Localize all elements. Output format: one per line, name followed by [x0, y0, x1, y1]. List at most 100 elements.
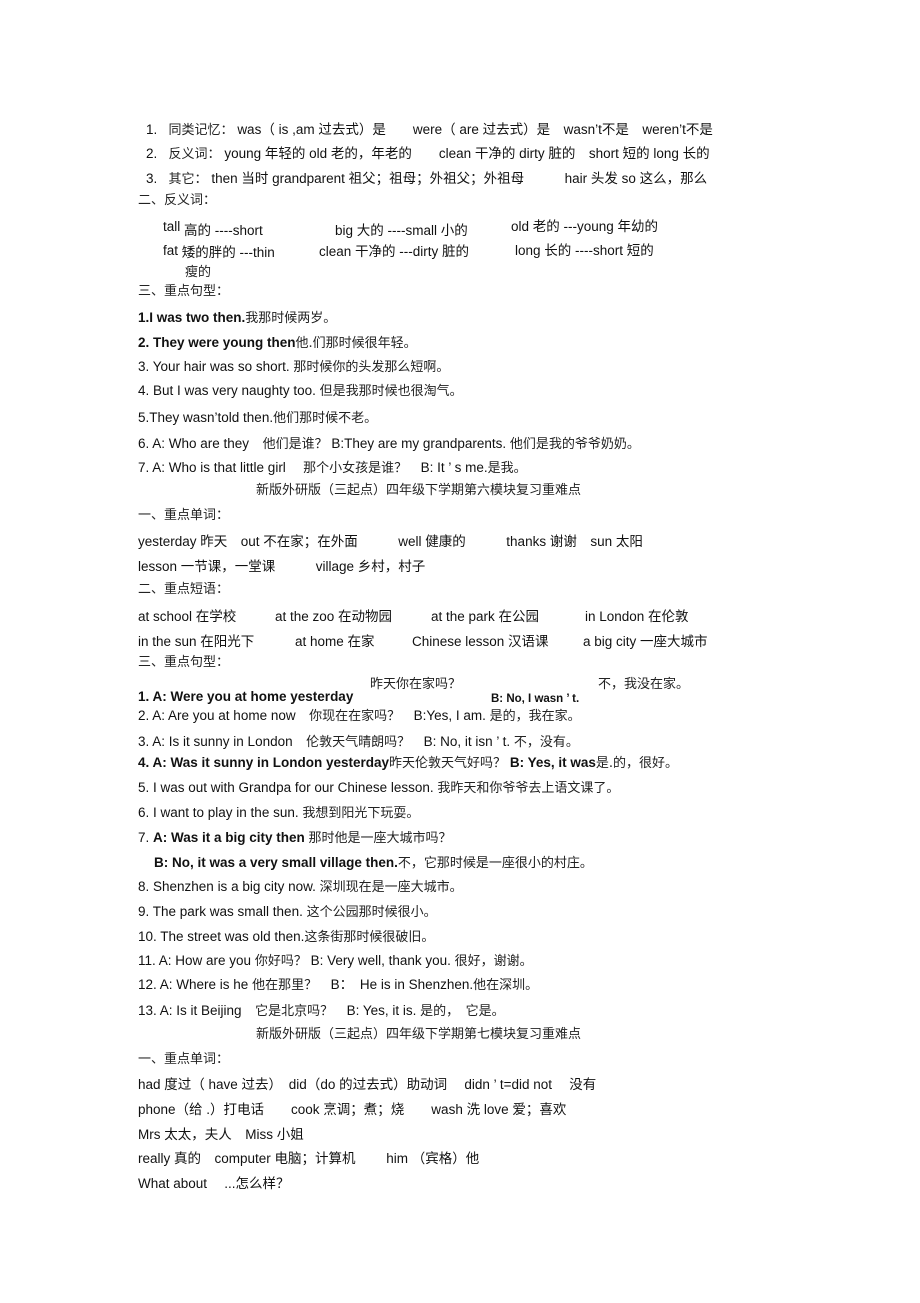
sentence-cn: 这个公园那时候很小。: [306, 905, 437, 920]
sentence-en: B: No, it was a very small village then.: [154, 855, 398, 870]
sentence-cn: 那时他是一座大城市吗？: [308, 831, 452, 846]
antonym-rest: 老的 ---young 年幼的: [532, 219, 659, 234]
sentence-en: 7. A: Who is that little girl: [138, 460, 304, 475]
sentence-cn: 我昨天和你爷爷去上语文课了。: [437, 781, 620, 796]
sentence-cn-b: 不，没有。: [513, 735, 579, 750]
sentence-en: 11. A: How are you: [138, 953, 255, 968]
sentence-en: A: Was it a big city then: [153, 830, 309, 845]
line-label: 反义词：: [168, 147, 221, 162]
sentence-cn-b: 他们是我的爷爷奶奶。: [509, 437, 640, 452]
m6-sentence-2: 2. A: Are you at home now 你现在在家吗？ B:Yes,…: [138, 707, 581, 726]
line-text: then 当时 grandparent 祖父；祖母；外祖父；外祖母 hair 头…: [211, 171, 708, 186]
antonym-rest: 大的 ----small 小的: [356, 223, 468, 238]
module7-words-heading: 一、重点单词：: [138, 1052, 230, 1067]
antonym-rest: 矮的胖的 ---thin: [181, 245, 275, 260]
phrase-in-the-sun: in the sun 在阳光下: [138, 634, 255, 649]
antonym-word: fat: [163, 243, 179, 258]
antonym-rest: 长的 ----short 短的: [544, 243, 654, 258]
sentences-heading: 三、重点句型：: [138, 284, 230, 299]
antonym-tall: tall 高的 ----short: [163, 218, 263, 238]
sentence-cn: 昨天伦敦天气好吗？: [389, 756, 507, 771]
line-text: was（ is ,am 过去式）是 were（ are 过去式）是 wasn’t…: [237, 122, 713, 137]
phrase-at-the-park: at the park 在公园: [431, 609, 540, 624]
module6-word-line-1: yesterday 昨天 out 不在家；在外面 well 健康的 thanks…: [138, 534, 643, 549]
antonym-clean: clean 干净的 ---dirty 脏的: [319, 243, 469, 261]
m6-sentence-3: 3. A: Is it sunny in London 伦敦天气晴朗吗？ B: …: [138, 733, 579, 752]
module7-word-line-4: really 真的 computer 电脑；计算机 him （宾格）他: [138, 1151, 480, 1166]
module6-words-heading: 一、重点单词：: [138, 508, 230, 523]
sentence-en-b: B: Yes, it was: [506, 755, 596, 770]
sentence-en-b: B: Yes, it is.: [333, 1003, 421, 1018]
sentence-en: 13. A: Is it Beijing: [138, 1003, 256, 1018]
module7-title: 新版外研版（三起点）四年级下学期第七模块复习重难点: [256, 1027, 582, 1042]
list-number: 7.: [138, 830, 154, 845]
sentence-en: 2. They were young then: [138, 335, 296, 350]
sentence-5: 5.They wasn’told then.他们那时候不老。: [138, 409, 377, 428]
m6-sentence-4: 4. A: Was it sunny in London yesterday昨天…: [138, 754, 678, 773]
sentence-cn: 你好吗？: [254, 954, 307, 969]
sentence-en: 3. A: Is it sunny in London: [138, 734, 307, 749]
module7-word-line-1: had 度过（ have 过去） did（do 的过去式）助动词 didn ’ …: [138, 1077, 597, 1092]
sentence-cn-b: 是.的，很好。: [595, 756, 678, 771]
antonym-rest: 干净的 ---dirty 脏的: [355, 244, 470, 259]
sentence-en-b: B: Very well, thank you.: [306, 953, 455, 968]
sentence-6: 6. A: Who are they 他们是谁？ B:They are my g…: [138, 435, 640, 454]
sentence-cn: 伦敦天气晴朗吗？: [306, 735, 411, 750]
m6-sentence-7-b: B: No, it was a very small village then.…: [154, 854, 593, 873]
sentence-en: 9. The park was small then.: [138, 904, 307, 919]
m6-sentence-8: 8. Shenzhen is a big city now. 深圳现在是一座大城…: [138, 878, 463, 897]
sentence-en: 10. The street was old then.: [138, 929, 305, 944]
module6-title: 新版外研版（三起点）四年级下学期第六模块复习重难点: [256, 483, 582, 498]
module7-word-line-3: Mrs 太太，夫人 Miss 小姐: [138, 1127, 304, 1142]
memory-line-2: 2. 反义词： young 年轻的 old 老的，年老的 clean 干净的 d…: [146, 145, 710, 164]
sentence-en: 1.I was two then.: [138, 310, 246, 325]
m6-sentence-6: 6. I want to play in the sun. 我想到阳光下玩耍。: [138, 804, 419, 823]
sentence-en: 5.They wasn’told then.: [138, 410, 274, 425]
sentence-cn: 他们那时候不老。: [273, 411, 378, 426]
list-number: 1.: [146, 122, 158, 137]
antonym-word: old: [511, 219, 530, 234]
sentence-en-b: B： He is in Shenzhen.: [317, 977, 474, 992]
sentence-cn: 我那时候两岁。: [245, 311, 337, 326]
sentence-cn: 他.们那时候很年轻。: [295, 336, 417, 351]
sentence-cn: 不，它那时候是一座很小的村庄。: [397, 856, 593, 871]
sentence-cn: 深圳现在是一座大城市。: [319, 880, 463, 895]
phrase-at-school: at school 在学校: [138, 609, 237, 624]
sentence-en: 6. I want to play in the sun.: [138, 805, 303, 820]
sentence-3: 3. Your hair was so short. 那时候你的头发那么短啊。: [138, 358, 449, 377]
sentence-cn-b: 他在深圳。: [473, 978, 539, 993]
sentence-cn-b: 是我。: [487, 461, 527, 476]
phrase-at-home: at home 在家: [295, 634, 375, 649]
line-text: young 年轻的 old 老的，年老的 clean 干净的 dirty 脏的 …: [224, 146, 710, 161]
sentence-cn-b: 是的， 它是。: [420, 1004, 505, 1019]
m6-sentence-1-a-cn: 昨天你在家吗？: [370, 677, 462, 692]
m6-sentence-5: 5. I was out with Grandpa for our Chines…: [138, 779, 619, 798]
m6-sentence-1-a: 1. A: Were you at home yesterday: [138, 689, 354, 704]
antonym-word: big: [335, 223, 354, 238]
sentence-cn: 他们是谁？: [262, 437, 328, 452]
line-label: 其它：: [168, 172, 208, 187]
sentence-en: 5. I was out with Grandpa for our Chines…: [138, 780, 438, 795]
sentence-7: 7. A: Who is that little girl 那个小女孩是谁？ B…: [138, 459, 527, 478]
phrase-at-the-zoo: at the zoo 在动物园: [275, 609, 393, 624]
phrase-in-london: in London 在伦敦: [585, 609, 689, 624]
sentence-cn: 他在那里？: [252, 978, 318, 993]
sentence-cn-b: 很好，谢谢。: [454, 954, 533, 969]
sentence-en: 4. A: Was it sunny in London yesterday: [138, 755, 390, 770]
m6-sentence-1-b-cn: 不，我没在家。: [598, 677, 690, 692]
phrase-a-big-city: a big city 一座大城市: [583, 634, 708, 649]
antonym-long: long 长的 ----short 短的: [515, 242, 654, 260]
sentence-cn: 你现在在家吗？: [309, 709, 401, 724]
sentence-cn-b: 是的，我在家。: [489, 709, 581, 724]
sentence-4: 4. But I was very naughty too. 但是我那时候也很淘…: [138, 382, 463, 401]
sentence-en-b: B:They are my grandparents.: [327, 436, 510, 451]
sentence-en: 2. A: Are you at home now: [138, 708, 310, 723]
antonym-big: big 大的 ----small 小的: [335, 222, 468, 240]
antonym-rest: 高的 ----short: [184, 223, 263, 238]
sentence-cn: 这条街那时候很破旧。: [304, 930, 435, 945]
antonyms-heading: 二、反义词：: [138, 193, 217, 208]
module6-phrases-heading: 二、重点短语：: [138, 582, 230, 597]
sentence-en: 3. Your hair was so short.: [138, 359, 294, 374]
sentence-en: 4. But I was very naughty too.: [138, 383, 320, 398]
list-number: 2.: [146, 146, 158, 161]
